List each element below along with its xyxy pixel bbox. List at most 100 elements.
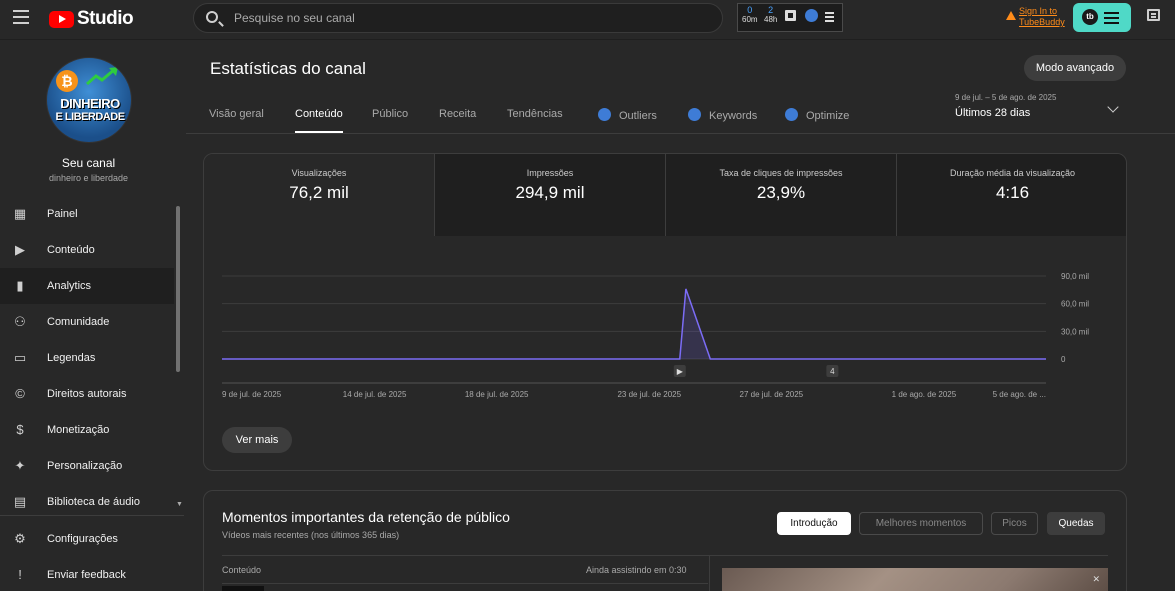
tab-visao-geral[interactable]: Visão geral xyxy=(209,108,264,120)
metric-label: Duração média da visualização xyxy=(949,168,1076,178)
video-preview[interactable]: ✕ xyxy=(722,568,1108,591)
metric-label: Taxa de cliques de impressões xyxy=(719,168,843,178)
chip-introducao[interactable]: Introdução xyxy=(777,512,851,535)
x-tick-label: 9 de jul. de 2025 xyxy=(222,390,282,399)
advanced-mode-button[interactable]: Modo avançado xyxy=(1024,55,1126,81)
metric-value: 294,9 mil xyxy=(515,183,585,202)
tb-stat-label: 60m xyxy=(742,15,758,24)
sidebar-item-conteudo[interactable]: ▶ Conteúdo xyxy=(0,232,174,268)
chip-picos[interactable]: Picos xyxy=(991,512,1038,535)
tab-conteudo[interactable]: Conteúdo xyxy=(295,108,343,120)
sidebar-nav: ▦ Painel ▶ Conteúdo ▮ Analytics ⚇ Comuni… xyxy=(0,196,184,520)
search-input[interactable] xyxy=(234,8,704,28)
signin-line-2: TubeBuddy xyxy=(1019,17,1065,27)
chip-melhores-momentos[interactable]: Melhores momentos xyxy=(859,512,983,535)
sidebar-item-label: Legendas xyxy=(47,352,96,364)
retention-title: Momentos importantes da retenção de públ… xyxy=(222,509,510,525)
tab-optimize[interactable]: Optimize xyxy=(785,108,849,122)
metric-avg-duration[interactable]: Duração média da visualização 4:16 xyxy=(897,154,1126,236)
tabs-divider xyxy=(186,133,1175,134)
metric-impressions[interactable]: Impressões 294,9 mil xyxy=(435,154,665,236)
tab-tendencias[interactable]: Tendências xyxy=(507,108,563,120)
sidebar-item-monetizacao[interactable]: $ Monetização xyxy=(0,412,174,448)
sidebar-item-analytics[interactable]: ▮ Analytics xyxy=(0,268,174,304)
tubebuddy-signin-link[interactable]: Sign In to TubeBuddy xyxy=(1006,6,1065,28)
chip-quedas[interactable]: Quedas xyxy=(1047,512,1105,535)
dashboard-icon: ▦ xyxy=(13,206,27,221)
date-range-picker[interactable]: 9 de jul. – 5 de ago. de 2025 Últimos 28… xyxy=(955,93,1056,119)
series-area xyxy=(222,288,1046,359)
y-tick-label: 30,0 mil xyxy=(1061,327,1089,336)
chevron-down-icon[interactable] xyxy=(1107,101,1119,113)
feedback-icon[interactable] xyxy=(1147,9,1160,21)
bitcoin-icon: ₿ xyxy=(56,70,78,92)
sidebar-item-direitos-autorais[interactable]: © Direitos autorais xyxy=(0,376,174,412)
tb-stat-60m: 0 60m xyxy=(742,6,758,25)
sidebar-item-enviar-feedback[interactable]: ! Enviar feedback xyxy=(0,557,174,591)
chart-icon[interactable] xyxy=(785,10,796,21)
tubebuddy-icon[interactable] xyxy=(805,9,818,22)
views-chart: 90,0 mil 60,0 mil 30,0 mil 0 9 de jul. de 20… xyxy=(204,236,1126,470)
x-tick-label: 14 de jul. de 2025 xyxy=(343,390,407,399)
tubebuddy-menu-button[interactable]: tb xyxy=(1073,3,1131,32)
tubebuddy-icon xyxy=(598,108,611,121)
channel-label: Seu canal xyxy=(61,156,116,170)
video-thumbnail[interactable] xyxy=(222,586,264,591)
metric-views[interactable]: Visualizações 76,2 mil xyxy=(204,154,434,236)
page-title: Estatísticas do canal xyxy=(210,59,366,78)
content-icon: ▶ xyxy=(15,242,25,257)
tubebuddy-logo-icon: tb xyxy=(1082,9,1098,25)
sidebar-item-personalizacao[interactable]: ✦ Personalização xyxy=(0,448,174,484)
tb-stat-48h: 2 48h xyxy=(764,6,778,25)
metric-label: Impressões xyxy=(526,168,574,178)
metric-ctr[interactable]: Taxa de cliques de impressões 23,9% xyxy=(666,154,896,236)
metrics-row: Visualizações 76,2 mil Impressões 294,9 … xyxy=(204,154,1126,236)
audio-library-icon: ▤ xyxy=(13,494,27,509)
sidebar-item-label: Comunidade xyxy=(47,316,110,328)
y-tick-label: 90,0 mil xyxy=(1061,272,1089,281)
sidebar-item-comunidade[interactable]: ⚇ Comunidade xyxy=(0,304,174,340)
sidebar-item-painel[interactable]: ▦ Painel xyxy=(0,196,174,232)
copyright-icon: © xyxy=(15,386,25,401)
tb-stat-label: 48h xyxy=(764,15,778,24)
tubebuddy-stats-widget[interactable]: 0 60m 2 48h xyxy=(737,3,843,32)
tab-publico[interactable]: Público xyxy=(372,108,408,120)
column-header-content: Conteúdo xyxy=(222,565,262,575)
search-icon[interactable] xyxy=(206,11,218,23)
period-text: Últimos 28 dias xyxy=(955,107,1031,119)
avatar-title-2: E LIBERDADE xyxy=(55,111,125,123)
youtube-studio-logo[interactable]: Studio xyxy=(49,8,134,30)
tab-outliers[interactable]: Outliers xyxy=(598,108,657,122)
list-icon[interactable] xyxy=(825,12,834,24)
channel-avatar[interactable]: ₿ DINHEIRO E LIBERDADE xyxy=(46,57,132,143)
retention-card: Momentos importantes da retenção de públ… xyxy=(203,490,1127,591)
menu-icon[interactable] xyxy=(13,10,29,24)
close-icon[interactable]: ✕ xyxy=(1092,574,1100,585)
magic-wand-icon: ✦ xyxy=(14,458,26,473)
sidebar-scrollbar[interactable] xyxy=(176,206,180,372)
sidebar-item-label: Biblioteca de áudio xyxy=(47,496,140,508)
sidebar-item-configuracoes[interactable]: ⚙ Configurações xyxy=(0,521,174,557)
series-line xyxy=(222,288,1046,360)
metric-value: 76,2 mil xyxy=(289,183,349,202)
scroll-down-icon[interactable]: ▼ xyxy=(176,501,183,508)
x-tick-label: 18 de jul. de 2025 xyxy=(465,390,529,399)
sidebar-item-legendas[interactable]: ▭ Legendas xyxy=(0,340,174,376)
tab-keywords[interactable]: Keywords xyxy=(688,108,757,122)
tab-label: Outliers xyxy=(619,110,657,122)
y-tick-label: 60,0 mil xyxy=(1061,300,1089,309)
see-more-button[interactable]: Ver mais xyxy=(222,427,292,453)
sidebar-item-label: Direitos autorais xyxy=(47,388,127,400)
sidebar-item-label: Personalização xyxy=(47,460,123,472)
feedback-icon: ! xyxy=(18,567,22,582)
metric-value: 4:16 xyxy=(995,183,1030,202)
dollar-icon: $ xyxy=(16,422,24,437)
youtube-logo-icon xyxy=(49,10,74,28)
tab-receita[interactable]: Receita xyxy=(439,108,476,120)
analytics-icon: ▮ xyxy=(16,278,24,293)
menu-lines-icon xyxy=(1104,12,1119,27)
top-bar: Studio 0 60m 2 48h Sign In to TubeBuddy … xyxy=(0,0,1175,40)
sidebar-item-label: Monetização xyxy=(47,424,110,436)
search-bar xyxy=(193,3,723,33)
logo-text: Studio xyxy=(77,8,134,29)
